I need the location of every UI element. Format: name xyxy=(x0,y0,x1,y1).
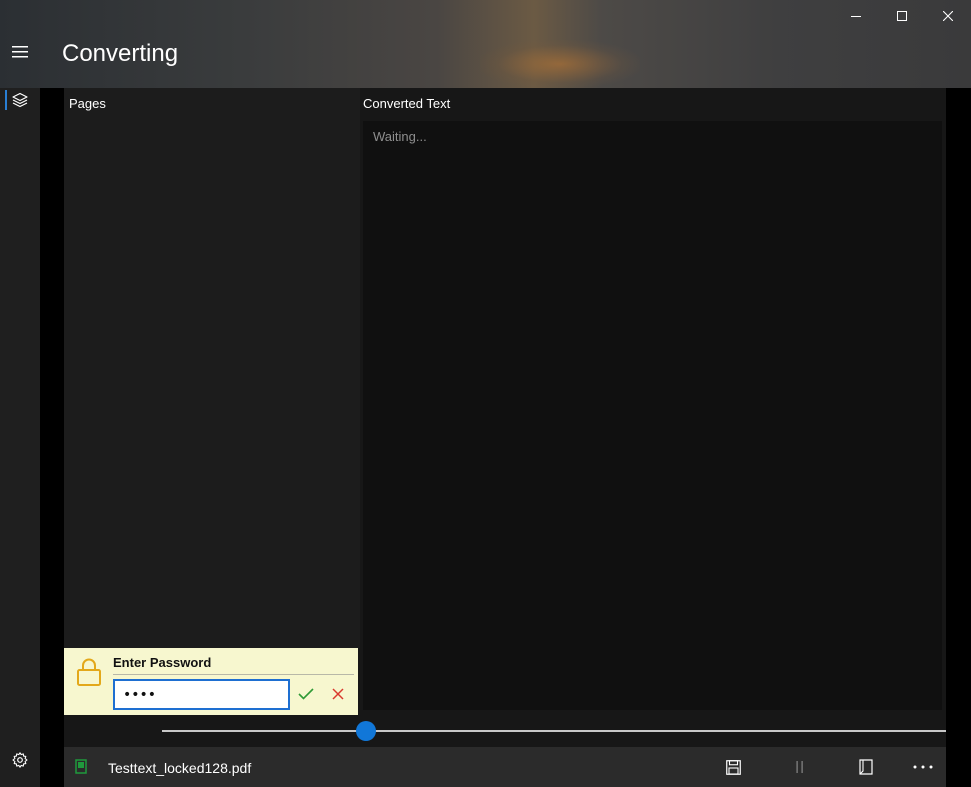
command-bar: Testtext_locked128.pdf xyxy=(64,747,946,787)
page-slider[interactable] xyxy=(162,721,946,741)
save-button[interactable] xyxy=(721,755,745,779)
minimize-button[interactable] xyxy=(833,0,879,32)
title-bar: Converting xyxy=(0,0,971,88)
more-icon xyxy=(913,765,933,769)
divider xyxy=(113,674,354,675)
close-icon xyxy=(943,11,953,21)
selection-indicator xyxy=(5,90,7,110)
cancel-password-button[interactable] xyxy=(328,684,348,704)
close-window-button[interactable] xyxy=(925,0,971,32)
pages-label: Pages xyxy=(69,96,106,111)
pause-button[interactable] xyxy=(788,755,812,779)
confirm-password-button[interactable] xyxy=(296,684,316,704)
maximize-icon xyxy=(897,11,907,21)
password-prompt: Enter Password xyxy=(64,648,358,715)
slider-thumb[interactable] xyxy=(356,721,376,741)
main-area: Pages Converted Text Waiting... Enter Pa… xyxy=(40,88,971,787)
close-icon xyxy=(332,688,344,700)
waiting-status: Waiting... xyxy=(373,129,427,144)
hamburger-menu-button[interactable] xyxy=(0,34,40,70)
file-icon xyxy=(75,759,87,774)
two-page-icon xyxy=(859,759,873,775)
pause-icon xyxy=(796,761,803,773)
file-name: Testtext_locked128.pdf xyxy=(108,760,252,776)
settings-button[interactable] xyxy=(0,748,40,772)
slider-track[interactable] xyxy=(162,730,946,732)
window-controls xyxy=(833,0,971,32)
lock-icon xyxy=(77,658,101,686)
checkmark-icon xyxy=(298,688,314,700)
nav-item-convert[interactable] xyxy=(0,88,40,112)
layers-icon xyxy=(12,92,28,108)
pages-pane[interactable]: Pages xyxy=(64,88,360,648)
save-icon xyxy=(725,759,741,775)
page-view-button[interactable] xyxy=(854,755,878,779)
password-prompt-title: Enter Password xyxy=(113,655,212,670)
hamburger-icon xyxy=(12,46,28,58)
page-title: Converting xyxy=(62,40,179,67)
minimize-icon xyxy=(851,16,861,17)
converted-text-box[interactable]: Waiting... xyxy=(363,121,942,710)
converted-text-label: Converted Text xyxy=(363,96,451,111)
password-field[interactable] xyxy=(113,679,290,710)
more-options-button[interactable] xyxy=(911,755,935,779)
navigation-rail xyxy=(0,88,40,787)
gear-icon xyxy=(12,752,28,768)
maximize-button[interactable] xyxy=(879,0,925,32)
